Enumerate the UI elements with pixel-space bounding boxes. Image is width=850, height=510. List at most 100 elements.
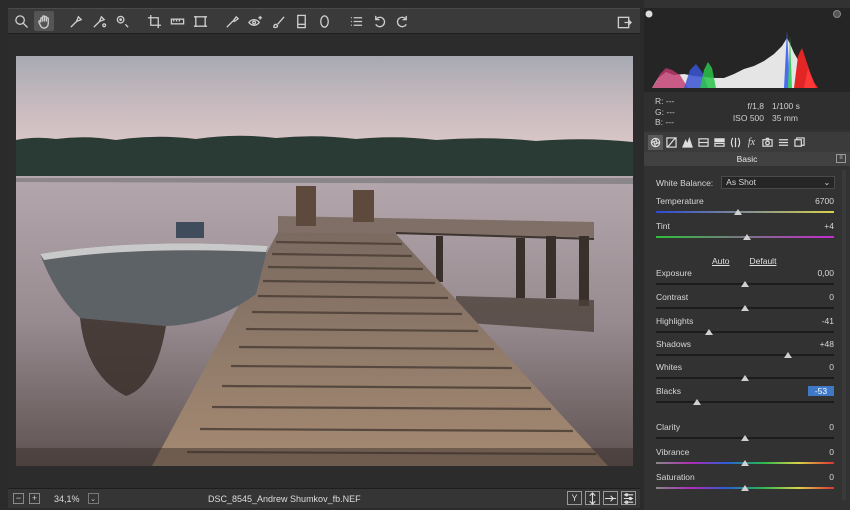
highlights-track[interactable] <box>656 331 834 333</box>
panel-menu-icon[interactable]: ≡ <box>836 154 846 163</box>
exposure-value[interactable]: 0,00 <box>804 268 834 278</box>
white-balance-row: White Balance: As Shot ⌄ <box>656 176 842 189</box>
whites-thumb[interactable] <box>741 375 749 381</box>
whites-value[interactable]: 0 <box>804 362 834 372</box>
tab-hsl-icon[interactable] <box>696 135 711 150</box>
contrast-thumb[interactable] <box>741 305 749 311</box>
tab-camera-calibration-icon[interactable] <box>760 135 775 150</box>
panel-tabs: fx <box>644 132 850 152</box>
vibrance-value[interactable]: 0 <box>804 447 834 457</box>
blacks-track[interactable] <box>656 401 834 403</box>
preview-preferences-icon[interactable] <box>621 491 636 505</box>
tab-split-toning-icon[interactable] <box>712 135 727 150</box>
clarity-thumb[interactable] <box>741 435 749 441</box>
contrast-slider[interactable]: Contrast 0 <box>656 292 834 316</box>
clarity-value[interactable]: 0 <box>804 422 834 432</box>
status-bar: − + 34,1% ⌄ DSC_8545_Andrew Shumkov_fb.N… <box>8 488 640 508</box>
presets-list-icon[interactable] <box>346 11 366 31</box>
zoom-icon[interactable] <box>11 11 31 31</box>
swap-settings-icon[interactable] <box>585 491 600 505</box>
adjustments-panel: R: --- G: --- B: --- f/1,8 1/100 s ISO 50… <box>644 0 850 510</box>
spot-removal-icon[interactable] <box>222 11 242 31</box>
zoom-dropdown-icon[interactable]: ⌄ <box>87 493 99 504</box>
auto-link[interactable]: Auto <box>712 256 730 266</box>
exposure-thumb[interactable] <box>741 281 749 287</box>
highlights-value[interactable]: -41 <box>804 316 834 326</box>
focal-length-value: 35 mm <box>772 113 798 123</box>
image-canvas[interactable] <box>8 34 640 488</box>
copy-settings-icon[interactable] <box>603 491 618 505</box>
straighten-icon[interactable] <box>167 11 187 31</box>
tab-effects-icon[interactable]: fx <box>744 135 759 150</box>
highlights-thumb[interactable] <box>705 329 714 335</box>
whites-label: Whites <box>656 362 682 372</box>
pixel-readout: R: --- G: --- B: --- f/1,8 1/100 s ISO 50… <box>644 92 850 130</box>
temperature-thumb[interactable] <box>733 209 742 215</box>
radial-filter-icon[interactable] <box>314 11 334 31</box>
saturation-label: Saturation <box>656 472 695 482</box>
saturation-value[interactable]: 0 <box>804 472 834 482</box>
vibrance-thumb[interactable] <box>741 460 749 466</box>
temperature-slider[interactable]: Temperature 6700 <box>656 196 834 220</box>
temperature-value[interactable]: 6700 <box>804 196 834 206</box>
photo-preview[interactable] <box>16 56 633 466</box>
blacks-label: Blacks <box>656 386 682 396</box>
contrast-value[interactable]: 0 <box>804 292 834 302</box>
tint-thumb[interactable] <box>742 234 751 240</box>
camera-raw-window: − + 34,1% ⌄ DSC_8545_Andrew Shumkov_fb.N… <box>0 0 850 510</box>
vibrance-slider[interactable]: Vibrance 0 <box>656 447 834 471</box>
blacks-slider[interactable]: Blacks -53 <box>656 386 834 410</box>
graduated-filter-icon[interactable] <box>291 11 311 31</box>
shadows-slider[interactable]: Shadows +48 <box>656 339 834 363</box>
zoom-out-button[interactable]: − <box>13 493 24 504</box>
filename: DSC_8545_Andrew Shumkov_fb.NEF <box>208 494 361 504</box>
white-balance-label: White Balance: <box>656 177 714 188</box>
blacks-value[interactable]: -53 <box>808 386 834 396</box>
tint-slider[interactable]: Tint +4 <box>656 221 834 245</box>
transform-icon[interactable] <box>190 11 210 31</box>
shadows-thumb[interactable] <box>783 352 792 358</box>
panel-title: Basic ≡ <box>644 152 850 166</box>
blacks-thumb[interactable] <box>692 399 701 405</box>
saturation-slider[interactable]: Saturation 0 <box>656 472 834 496</box>
saturation-thumb[interactable] <box>741 485 749 491</box>
shadows-track[interactable] <box>656 354 834 356</box>
chevron-down-icon: ⌄ <box>823 178 831 187</box>
tab-presets-icon[interactable] <box>776 135 791 150</box>
white-balance-select[interactable]: As Shot ⌄ <box>721 176 836 189</box>
tint-value[interactable]: +4 <box>804 221 834 231</box>
crop-icon[interactable] <box>144 11 164 31</box>
rotate-ccw-icon[interactable] <box>369 11 389 31</box>
tab-detail-icon[interactable] <box>680 135 695 150</box>
zoom-in-button[interactable]: + <box>29 493 40 504</box>
target-adjust-icon[interactable] <box>112 11 132 31</box>
tab-snapshots-icon[interactable] <box>792 135 807 150</box>
b-label: B: <box>655 117 664 127</box>
red-eye-icon[interactable] <box>245 11 265 31</box>
preferences-icon[interactable] <box>614 12 634 32</box>
clarity-label: Clarity <box>656 422 681 432</box>
panel-scrollbar[interactable] <box>842 170 846 500</box>
color-sampler-icon[interactable] <box>89 11 109 31</box>
shadows-value[interactable]: +48 <box>804 339 834 349</box>
hand-icon[interactable] <box>34 11 54 31</box>
adjustment-brush-icon[interactable] <box>268 11 288 31</box>
default-link[interactable]: Default <box>750 256 777 266</box>
r-value: --- <box>665 96 675 106</box>
rotate-cw-icon[interactable] <box>392 11 412 31</box>
whites-slider[interactable]: Whites 0 <box>656 362 834 386</box>
exposure-label: Exposure <box>656 268 692 278</box>
tab-lens-corrections-icon[interactable] <box>728 135 743 150</box>
tab-basic-aperture-icon[interactable] <box>648 134 663 150</box>
white-balance-value: As Shot <box>726 177 756 187</box>
exposure-slider[interactable]: Exposure 0,00 <box>656 268 834 292</box>
white-balance-icon[interactable] <box>66 11 86 31</box>
highlights-slider[interactable]: Highlights -41 <box>656 316 834 340</box>
shutter-value: 1/100 s <box>772 101 800 111</box>
clarity-slider[interactable]: Clarity 0 <box>656 422 834 446</box>
histogram <box>644 8 850 92</box>
highlights-label: Highlights <box>656 316 694 326</box>
tab-tone-curve-icon[interactable] <box>664 135 679 150</box>
temperature-track[interactable] <box>656 211 834 213</box>
before-after-toggle-button[interactable]: Y <box>567 491 582 505</box>
